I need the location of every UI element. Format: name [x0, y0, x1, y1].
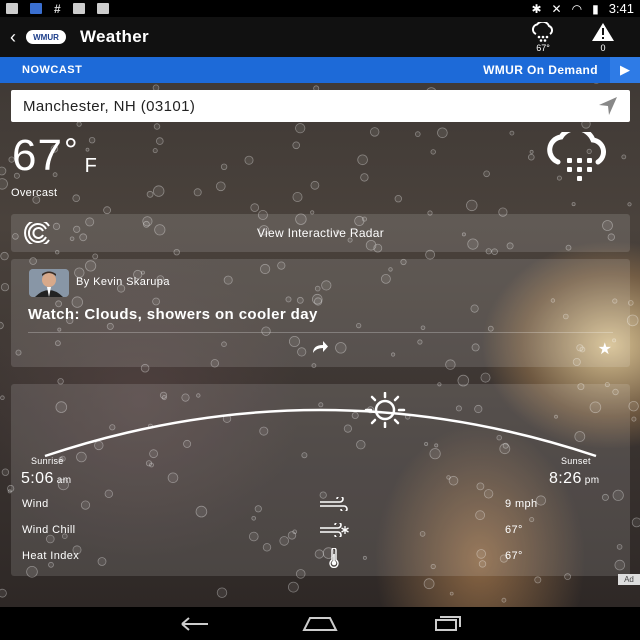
- story-headline[interactable]: Watch: Clouds, showers on cooler day: [28, 306, 318, 323]
- alerts-count: 0: [600, 42, 606, 53]
- nowcast-bar: NOWCAST WMUR On Demand ▶: [0, 57, 640, 83]
- location-field[interactable]: Manchester, NH (03101): [11, 90, 630, 122]
- play-icon[interactable]: ▶: [610, 57, 640, 83]
- rain-cloud-large-icon: [547, 132, 606, 181]
- mute-icon: ✕: [551, 1, 562, 16]
- sunset-period: pm: [584, 475, 600, 486]
- heat-index-value: 67°: [505, 550, 523, 562]
- nowcast-label[interactable]: NOWCAST: [22, 64, 82, 76]
- wind-chill-value: 67°: [505, 524, 523, 536]
- status-bar: # ✱ ✕ ◠ ▮ 3:41: [0, 0, 640, 17]
- app-notification-icon: [30, 3, 42, 14]
- wind-icon: [320, 497, 348, 511]
- weather-screen: # ✱ ✕ ◠ ▮ 3:41 ‹ WMUR Weather 67° 0 NOWC…: [0, 0, 640, 640]
- app-bar: ‹ WMUR Weather 67° 0: [0, 17, 640, 57]
- barcode-icon: [72, 3, 85, 14]
- radar-label: View Interactive Radar: [256, 226, 385, 240]
- current-temperature: 67 ° F: [12, 134, 98, 178]
- wind-chill-icon: [320, 523, 349, 537]
- divider: [28, 332, 613, 333]
- warning-icon: [592, 22, 614, 41]
- locate-arrow-icon[interactable]: [598, 96, 618, 116]
- temp-value: 67: [12, 131, 63, 180]
- sunset-time: 8:26 pm: [549, 470, 599, 488]
- condition-text: Overcast: [11, 187, 58, 199]
- current-temp-small: 67°: [536, 42, 550, 53]
- sunrise-label: Sunrise: [31, 456, 64, 466]
- download-icon: [6, 3, 18, 14]
- send-icon: [96, 3, 109, 14]
- temp-unit: F: [84, 155, 98, 177]
- share-icon[interactable]: [311, 339, 329, 355]
- heat-index-label: Heat Index: [22, 550, 80, 562]
- temp-degree: °: [63, 132, 79, 170]
- detail-row-wind-chill: Wind Chill 67°: [22, 523, 622, 542]
- status-time: 3:41: [608, 1, 634, 16]
- page-title: Weather: [80, 27, 149, 46]
- detail-row-wind: Wind 9 mph: [22, 497, 622, 516]
- current-weather-button[interactable]: 67°: [526, 21, 560, 53]
- detail-row-heat-index: Heat Index 67°: [22, 548, 622, 568]
- sunrise-period: am: [56, 475, 72, 486]
- rain-cloud-icon: [531, 21, 553, 42]
- navigation-bar: [0, 607, 640, 640]
- favorite-star-icon[interactable]: ★: [598, 339, 612, 359]
- station-logo[interactable]: WMUR: [26, 30, 66, 44]
- sunset-time-value: 8:26: [549, 470, 582, 487]
- sunset-label: Sunset: [561, 456, 591, 466]
- battery-icon: ▮: [592, 1, 599, 16]
- home-nav-icon[interactable]: [302, 616, 338, 632]
- author-avatar: [29, 269, 69, 297]
- bluetooth-icon: ✱: [531, 1, 542, 16]
- back-nav-icon[interactable]: [176, 616, 212, 632]
- hash-icon: #: [54, 1, 61, 16]
- story-card[interactable]: By Kevin Skarupa Watch: Clouds, showers …: [11, 259, 630, 367]
- radar-button[interactable]: View Interactive Radar: [11, 214, 630, 252]
- sun-arc: [44, 408, 597, 458]
- story-author: By Kevin Skarupa: [76, 276, 170, 288]
- on-demand-link[interactable]: WMUR On Demand: [483, 63, 598, 77]
- sunrise-time-value: 5:06: [21, 470, 54, 487]
- wind-chill-label: Wind Chill: [22, 524, 76, 536]
- wifi-icon: ◠: [571, 1, 583, 16]
- wind-value: 9 mph: [505, 498, 538, 510]
- sunrise-time: 5:06 am: [21, 470, 71, 488]
- location-text: Manchester, NH (03101): [23, 97, 196, 115]
- sun-icon: [364, 392, 406, 428]
- sun-panel: Sunrise 5:06 am Sunset 8:26 pm Wind 9 mph …: [11, 384, 630, 576]
- alerts-button[interactable]: 0: [586, 22, 620, 53]
- recents-nav-icon[interactable]: [428, 615, 464, 632]
- wind-label: Wind: [22, 498, 49, 510]
- thermometer-icon: [329, 548, 339, 568]
- back-arrow-icon[interactable]: ‹: [10, 28, 24, 46]
- ad-badge[interactable]: Ad: [618, 574, 640, 585]
